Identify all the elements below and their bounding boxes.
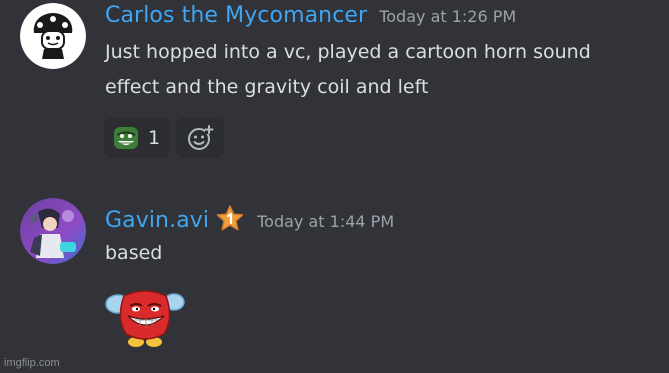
message-text: based bbox=[105, 242, 163, 264]
mushroom-character-avatar-icon bbox=[20, 3, 86, 69]
anime-character-avatar-icon bbox=[20, 198, 86, 264]
add-reaction-button[interactable] bbox=[176, 118, 225, 158]
watermark: imgflip.com bbox=[4, 357, 60, 369]
reaction-count: 1 bbox=[148, 127, 161, 149]
message-header: Carlos the Mycomancer Today at 1:26 PM bbox=[105, 3, 516, 28]
avatar-carlos[interactable] bbox=[20, 3, 86, 69]
reaction-troll[interactable]: 1 bbox=[104, 118, 171, 158]
add-reaction-smiley-icon bbox=[188, 125, 214, 150]
username[interactable]: Carlos the Mycomancer bbox=[105, 3, 367, 28]
message-header: Gavin.avi Today at 1:44 PM bbox=[105, 205, 394, 235]
red-troll-face-winged-sticker-icon[interactable] bbox=[104, 284, 186, 348]
avatar-gavin[interactable] bbox=[20, 198, 86, 264]
green-troll-face-emoji-icon bbox=[114, 127, 138, 149]
timestamp: Today at 1:44 PM bbox=[257, 211, 395, 231]
reactions-bar: 1 bbox=[104, 118, 225, 158]
orange-star-badge-icon[interactable] bbox=[215, 204, 245, 234]
message-text: Just hopped into a vc, played a cartoon … bbox=[105, 41, 591, 98]
username[interactable]: Gavin.avi bbox=[105, 208, 209, 233]
timestamp: Today at 1:26 PM bbox=[379, 7, 517, 26]
